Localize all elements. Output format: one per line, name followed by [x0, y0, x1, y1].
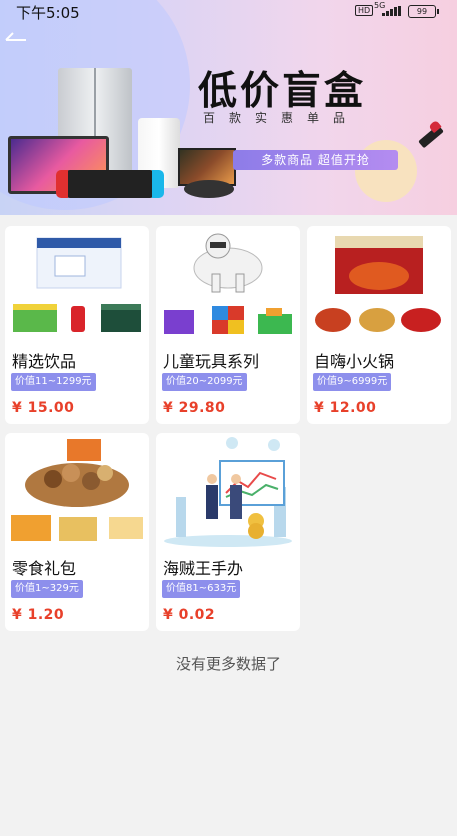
product-card-snacks[interactable]: 零食礼包 价值1~329元 ¥ 1.20	[5, 433, 149, 631]
product-name: 零食礼包	[12, 559, 77, 578]
banner: 下午5:05 HD 5G 99 低价盲盒 百款实惠单品 多款商品 超值开抢	[0, 0, 457, 215]
product-name: 自嗨小火锅	[314, 352, 395, 371]
figure-image	[156, 433, 300, 548]
hd-icon: HD	[355, 5, 374, 16]
product-card-toys[interactable]: 儿童玩具系列 价值20~2099元 ¥ 29.80	[156, 226, 300, 424]
game-console-image	[56, 170, 164, 198]
product-price: ¥ 0.02	[163, 607, 216, 623]
product-name: 儿童玩具系列	[163, 352, 260, 371]
banner-subtitle: 百款实惠单品	[203, 111, 360, 125]
product-grid: 精选饮品 价值11~1299元 ¥ 15.00 儿童玩具系列 价值20~2099…	[0, 215, 457, 836]
battery-icon: 99	[408, 5, 439, 18]
product-card-figure[interactable]: 海贼王手办 价值81~633元 ¥ 0.02	[156, 433, 300, 631]
product-card-hotpot[interactable]: 自嗨小火锅 价值9~6999元 ¥ 12.00	[307, 226, 451, 424]
no-more-data: 没有更多数据了	[175, 655, 281, 673]
toys-image	[156, 226, 300, 341]
back-arrow-icon[interactable]	[4, 30, 30, 52]
product-price: ¥ 29.80	[163, 400, 226, 416]
banner-title: 低价盲盒	[198, 69, 367, 114]
value-badge: 价值20~2099元	[162, 373, 247, 391]
drinks-image	[5, 226, 149, 341]
value-badge: 价值11~1299元	[11, 373, 96, 391]
value-badge: 价值9~6999元	[313, 373, 392, 391]
product-name: 海贼王手办	[163, 559, 244, 578]
value-badge: 价值81~633元	[162, 580, 241, 598]
robot-vacuum-image	[184, 180, 234, 198]
status-time: 下午5:05	[16, 4, 80, 22]
banner-tagline: 多款商品 超值开抢	[233, 150, 398, 170]
value-badge: 价值1~329元	[11, 580, 83, 598]
snacks-image	[5, 433, 149, 548]
signal-icon	[382, 6, 402, 16]
product-price: ¥ 1.20	[12, 607, 65, 623]
lipstick-image	[412, 118, 450, 158]
product-card-drinks[interactable]: 精选饮品 价值11~1299元 ¥ 15.00	[5, 226, 149, 424]
product-price: ¥ 15.00	[12, 400, 75, 416]
product-price: ¥ 12.00	[314, 400, 377, 416]
status-bar: 下午5:05 HD 5G 99	[0, 0, 457, 22]
hotpot-image	[307, 226, 451, 341]
product-name: 精选饮品	[12, 352, 77, 371]
